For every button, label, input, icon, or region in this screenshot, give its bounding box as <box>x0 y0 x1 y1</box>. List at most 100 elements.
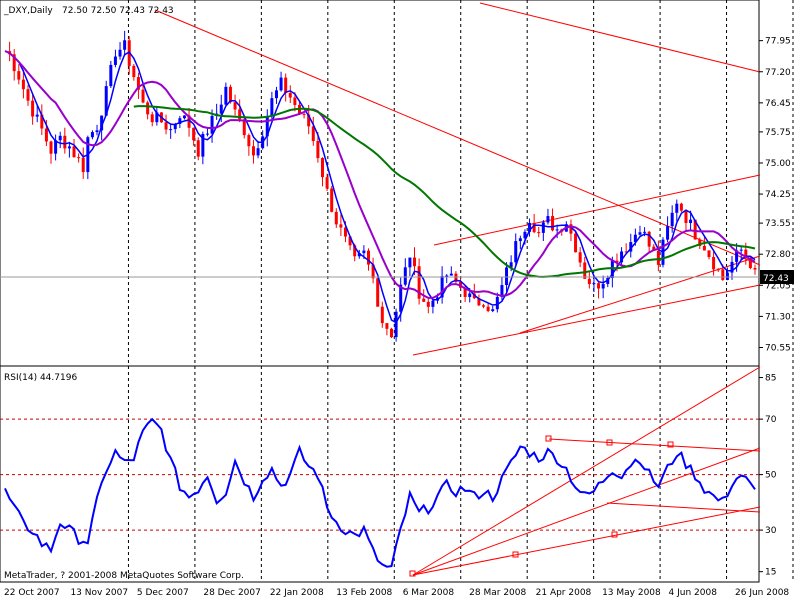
price-tick-label: 75.75 <box>765 128 791 138</box>
price-tick-label: 74.25 <box>765 190 791 200</box>
candle-body <box>532 222 536 233</box>
candle-body <box>385 323 389 329</box>
candle-body <box>339 224 343 228</box>
candle-body <box>666 226 670 240</box>
candle-body <box>422 298 426 302</box>
candle-body <box>316 141 320 159</box>
candle-body <box>541 222 545 233</box>
price-panel[interactable] <box>0 0 760 367</box>
candle-body <box>551 216 555 231</box>
candle-body <box>587 278 591 285</box>
candle-body <box>132 65 136 78</box>
candle-body <box>518 238 522 242</box>
candle-body <box>35 114 39 117</box>
x-tick-label: 22 Oct 2007 <box>4 588 60 598</box>
candle-body <box>514 241 518 263</box>
candle-body <box>113 56 117 65</box>
price-tick-label: 73.55 <box>765 219 791 229</box>
rsi-tick-label: 30 <box>765 526 777 536</box>
candle-body <box>293 97 297 105</box>
candle-body <box>247 135 251 147</box>
rsi-panel[interactable] <box>0 365 760 583</box>
x-tick-label: 26 Jun 2008 <box>735 588 789 598</box>
x-tick-label: 13 Nov 2007 <box>70 588 128 598</box>
candle-body <box>670 212 674 227</box>
candle-body <box>638 232 642 235</box>
rsi-title: RSI(14) 44.7196 <box>4 373 77 383</box>
candle-body <box>90 132 94 138</box>
price-tick-label: 70.55 <box>765 343 791 353</box>
candle-body <box>689 219 693 224</box>
candle-body <box>684 210 688 224</box>
candle-body <box>426 301 430 307</box>
candle-body <box>288 92 292 98</box>
candle-body <box>196 140 200 157</box>
candle-body <box>81 157 85 173</box>
price-axis[interactable]: 77.95 77.20 76.45 75.75 75.00 74.25 73.55 72.80… <box>759 37 791 354</box>
candle-body <box>679 203 683 211</box>
time-axis[interactable]: 22 Oct 2007 13 Nov 2007 5 Dec 2007 28 Dec 2… <box>4 588 789 598</box>
candle-body <box>146 102 150 115</box>
price-tick-label: 75.00 <box>765 159 791 169</box>
candle-body <box>366 250 370 265</box>
x-tick-label: 13 May 2008 <box>602 588 661 598</box>
candle-body <box>449 273 453 276</box>
candle-body <box>394 311 398 338</box>
candle-body <box>169 129 173 131</box>
rsi-tick-label: 15 <box>765 568 776 578</box>
candle-body <box>302 114 306 116</box>
candle-body <box>482 305 486 307</box>
x-tick-label: 6 Mar 2008 <box>403 588 455 598</box>
candle-body <box>675 203 679 213</box>
rsi-tick-label: 85 <box>765 374 776 384</box>
candle-body <box>279 77 283 91</box>
chart-canvas[interactable]: 72.43 _DXY,Daily 72.50 72.50 72.43 72.43… <box>0 0 800 600</box>
candle-body <box>725 272 729 280</box>
price-tick-label: 77.20 <box>765 68 791 78</box>
price-tick-label: 76.45 <box>765 99 791 109</box>
candle-body <box>380 306 384 324</box>
candle-body <box>77 157 81 159</box>
candle-body <box>256 148 260 156</box>
candle-body <box>574 233 578 253</box>
price-tick-label: 72.05 <box>765 281 791 291</box>
candle-body <box>597 283 601 289</box>
candle-body <box>468 293 472 297</box>
candle-body <box>643 231 647 233</box>
candle-body <box>63 135 67 149</box>
candle-body <box>274 90 278 99</box>
x-tick-label: 28 Mar 2008 <box>469 588 526 598</box>
candle-body <box>17 71 21 80</box>
candle-body <box>739 249 743 251</box>
candle-body <box>362 250 366 254</box>
candle-body <box>445 275 449 277</box>
candle-body <box>707 250 711 258</box>
symbol-label: _DXY,Daily <box>3 6 53 16</box>
x-tick-label: 21 Apr 2008 <box>536 588 592 598</box>
candle-body <box>109 64 113 87</box>
x-tick-label: 22 Jan 2008 <box>270 588 324 598</box>
candle-body <box>118 49 122 57</box>
candle-body <box>578 252 582 263</box>
candle-body <box>334 211 338 225</box>
x-tick-label: 28 Dec 2007 <box>203 588 261 598</box>
candle-body <box>224 86 228 105</box>
candle-body <box>284 77 288 93</box>
candle-body <box>716 269 720 271</box>
candle-body <box>95 130 99 133</box>
candle-body <box>251 146 255 156</box>
rsi-tick-label: 50 <box>765 471 777 481</box>
x-tick-label: 5 Dec 2007 <box>137 588 189 598</box>
candle-body <box>141 89 145 103</box>
candle-body <box>58 135 62 141</box>
candle-body <box>491 309 495 312</box>
candle-body <box>712 257 716 270</box>
candle-body <box>320 158 324 178</box>
ohlc-values: 72.50 72.50 72.43 72.43 <box>62 6 174 16</box>
candle-body <box>431 300 435 307</box>
rsi-axis[interactable]: 85 70 50 30 15 <box>759 374 777 578</box>
candle-body <box>44 128 48 142</box>
candle-body <box>150 114 154 123</box>
candle-body <box>753 267 757 270</box>
candle-body <box>164 122 168 130</box>
